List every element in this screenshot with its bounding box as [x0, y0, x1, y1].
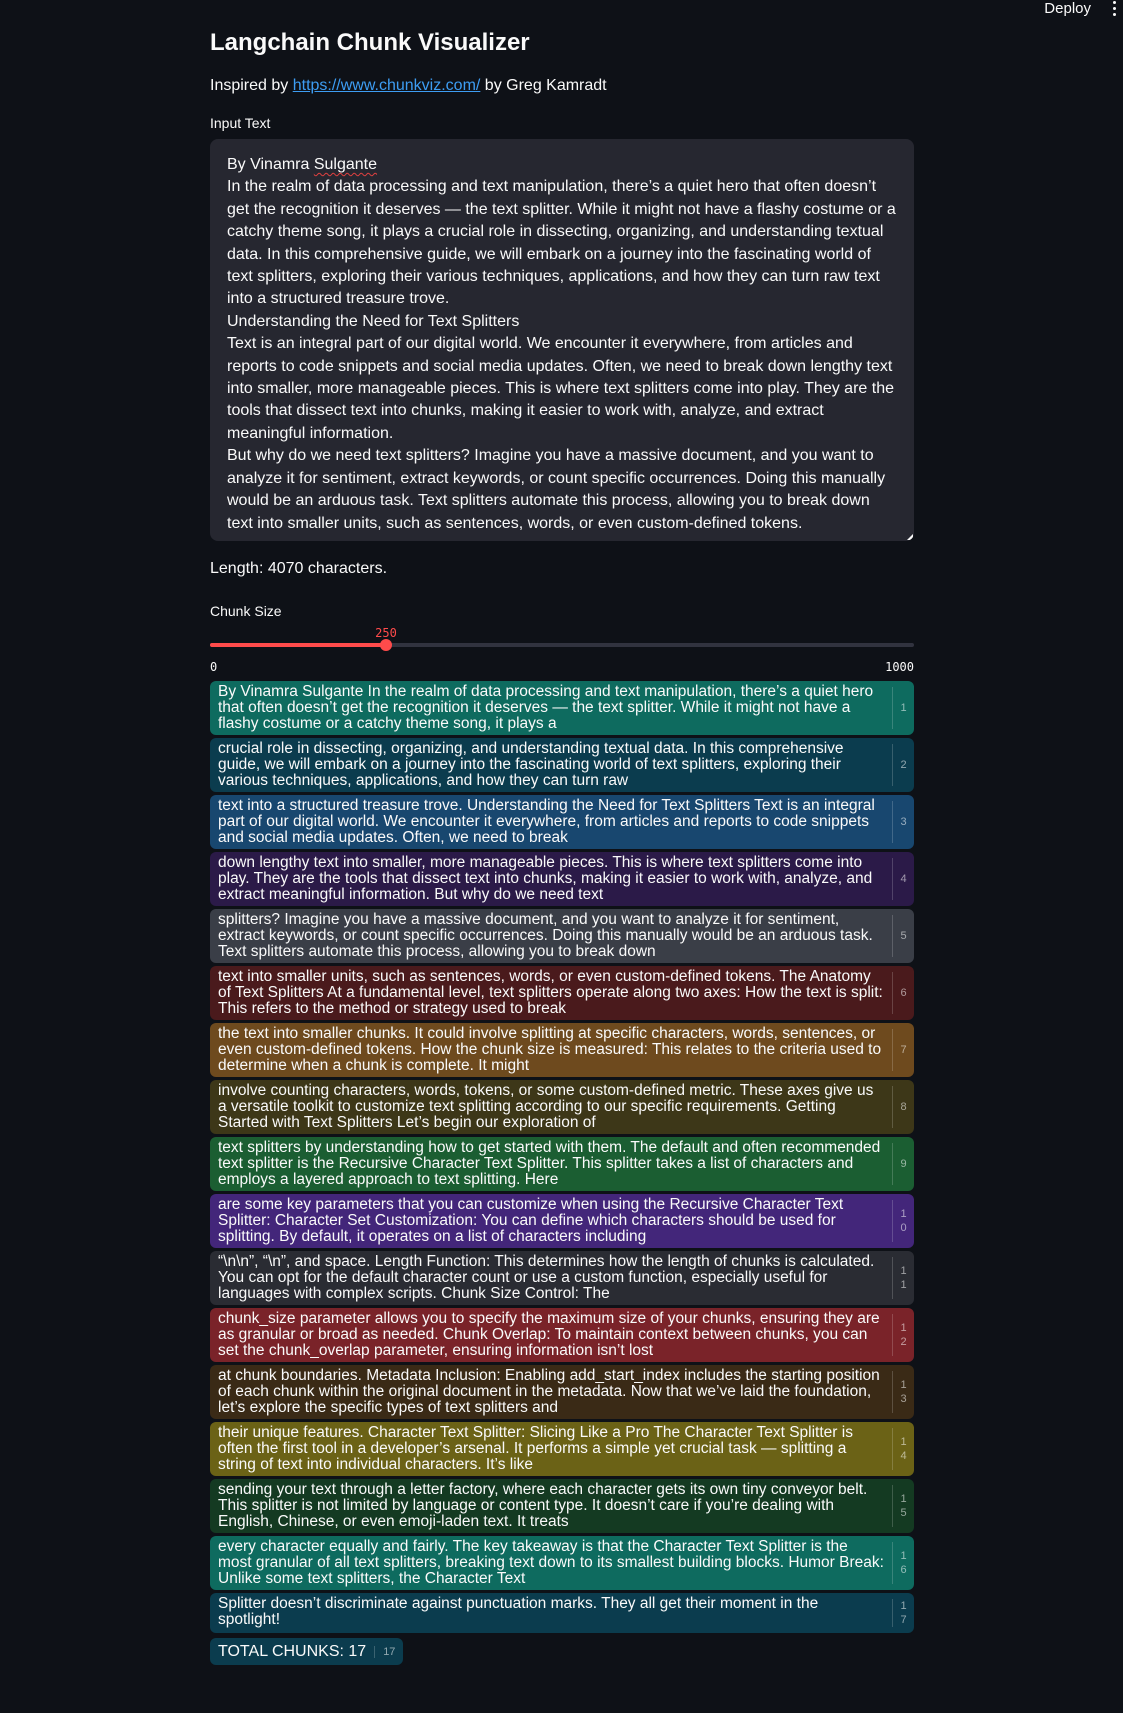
chunk-text: the text into smaller chunks. It could i… [218, 1025, 882, 1074]
chunk-item: are some key parameters that you can cus… [210, 1194, 914, 1248]
chunk-item: the text into smaller chunks. It could i… [210, 1023, 914, 1077]
chunk-text: every character equally and fairly. The … [218, 1538, 884, 1587]
deploy-button[interactable]: Deploy [1044, 0, 1091, 17]
chunk-number: 11 [892, 1257, 914, 1299]
input-paragraph: In the realm of data processing and text… [227, 178, 896, 308]
chunk-text: “\n\n”, “\n”, and space. Length Function… [218, 1253, 875, 1302]
chunk-text: sending your text through a letter facto… [218, 1481, 868, 1530]
author-prefix: By Vinamra [227, 156, 314, 173]
chunk-item: down lengthy text into smaller, more man… [210, 852, 914, 906]
chunkviz-link[interactable]: https://www.chunkviz.com/ [293, 77, 481, 94]
chunk-item: splitters? Imagine you have a massive do… [210, 909, 914, 963]
chunk-text: are some key parameters that you can cus… [218, 1196, 844, 1245]
chunk-text: text splitters by understanding how to g… [218, 1139, 881, 1188]
chunk-text: By Vinamra Sulgante In the realm of data… [218, 683, 874, 732]
chunk-text: down lengthy text into smaller, more man… [218, 854, 873, 903]
length-readout: Length: 4070 characters. [210, 560, 388, 577]
chunk-item: at chunk boundaries. Metadata Inclusion:… [210, 1365, 914, 1419]
chunk-number: 1 [892, 687, 914, 729]
chunk-text: Splitter doesn’t discriminate against pu… [218, 1595, 819, 1628]
chunk-number: 15 [892, 1485, 914, 1527]
main-content: Langchain Chunk Visualizer Inspired by h… [210, 26, 914, 1665]
input-text-label: Input Text [210, 115, 271, 131]
chunk-number: 17 [892, 1599, 914, 1627]
chunk-number: 4 [892, 858, 914, 900]
resize-handle-icon[interactable] [907, 534, 913, 540]
slider-fill [210, 643, 386, 647]
chunk-item: text into smaller units, such as sentenc… [210, 966, 914, 1020]
input-paragraph: Text is an integral part of our digital … [227, 335, 894, 442]
chunk-number: 14 [892, 1428, 914, 1470]
slider-min: 0 [210, 660, 218, 674]
inspired-line: Inspired by https://www.chunkviz.com/ by… [210, 76, 914, 96]
chunk-size-slider[interactable]: 250 0 1000 [210, 620, 914, 680]
chunk-item: text splitters by understanding how to g… [210, 1137, 914, 1191]
chunk-number: 9 [892, 1143, 914, 1185]
chunk-item: text into a structured treasure trove. U… [210, 795, 914, 849]
chunk-number: 13 [892, 1371, 914, 1413]
author-name: Sulgante [313, 156, 378, 173]
input-paragraph: But why do we need text splitters? Imagi… [227, 447, 886, 532]
total-chunks-badge: TOTAL CHUNKS: 17 17 [210, 1638, 404, 1665]
inspired-prefix: Inspired by [210, 77, 289, 94]
chunk-item: every character equally and fairly. The … [210, 1536, 914, 1590]
chunk-item: Splitter doesn’t discriminate against pu… [210, 1593, 914, 1633]
kebab-menu-icon[interactable] [1107, 0, 1121, 17]
chunk-text: involve counting characters, words, toke… [218, 1082, 874, 1131]
chunk-text: text into a structured treasure trove. U… [218, 797, 875, 846]
chunk-text: crucial role in dissecting, organizing, … [218, 740, 844, 789]
chunk-number: 3 [892, 801, 914, 843]
chunk-size-label: Chunk Size [210, 603, 282, 619]
top-toolbar: Deploy [0, 0, 1123, 20]
chunk-text: their unique features. Character Text Sp… [218, 1424, 853, 1473]
chunk-number: 6 [892, 972, 914, 1014]
chunk-number: 5 [892, 915, 914, 957]
slider-thumb[interactable] [380, 639, 392, 651]
chunk-item: chunk_size parameter allows you to speci… [210, 1308, 914, 1362]
chunk-item: “\n\n”, “\n”, and space. Length Function… [210, 1251, 914, 1305]
chunk-list: By Vinamra Sulgante In the realm of data… [210, 681, 914, 1633]
chunk-number: 7 [892, 1029, 914, 1071]
chunk-number: 12 [892, 1314, 914, 1356]
chunk-text: splitters? Imagine you have a massive do… [218, 911, 873, 960]
chunk-number: 16 [892, 1542, 914, 1584]
chunk-text: chunk_size parameter allows you to speci… [218, 1310, 880, 1359]
chunk-item: crucial role in dissecting, organizing, … [210, 738, 914, 792]
page-title: Langchain Chunk Visualizer [210, 29, 530, 56]
author-line: By Vinamra Sulgante [227, 154, 897, 176]
chunk-item: By Vinamra Sulgante In the realm of data… [210, 681, 914, 735]
chunk-text: text into smaller units, such as sentenc… [218, 968, 883, 1017]
chunk-item: their unique features. Character Text Sp… [210, 1422, 914, 1476]
input-text-area[interactable]: By Vinamra Sulgante In the realm of data… [210, 139, 914, 541]
chunk-number: 10 [892, 1200, 914, 1242]
slider-value: 250 [375, 626, 397, 640]
slider-max: 1000 [885, 660, 914, 674]
chunk-number: 2 [892, 744, 914, 786]
input-paragraph: Understanding the Need for Text Splitter… [227, 312, 520, 330]
inspired-suffix: by Greg Kamradt [484, 77, 607, 94]
chunk-item: involve counting characters, words, toke… [210, 1080, 914, 1134]
total-chunks-label: TOTAL CHUNKS: 17 [218, 1642, 367, 1660]
chunk-text: at chunk boundaries. Metadata Inclusion:… [218, 1367, 880, 1416]
chunk-number: 8 [892, 1086, 914, 1128]
total-chunks-count: 17 [374, 1645, 403, 1658]
chunk-item: sending your text through a letter facto… [210, 1479, 914, 1533]
